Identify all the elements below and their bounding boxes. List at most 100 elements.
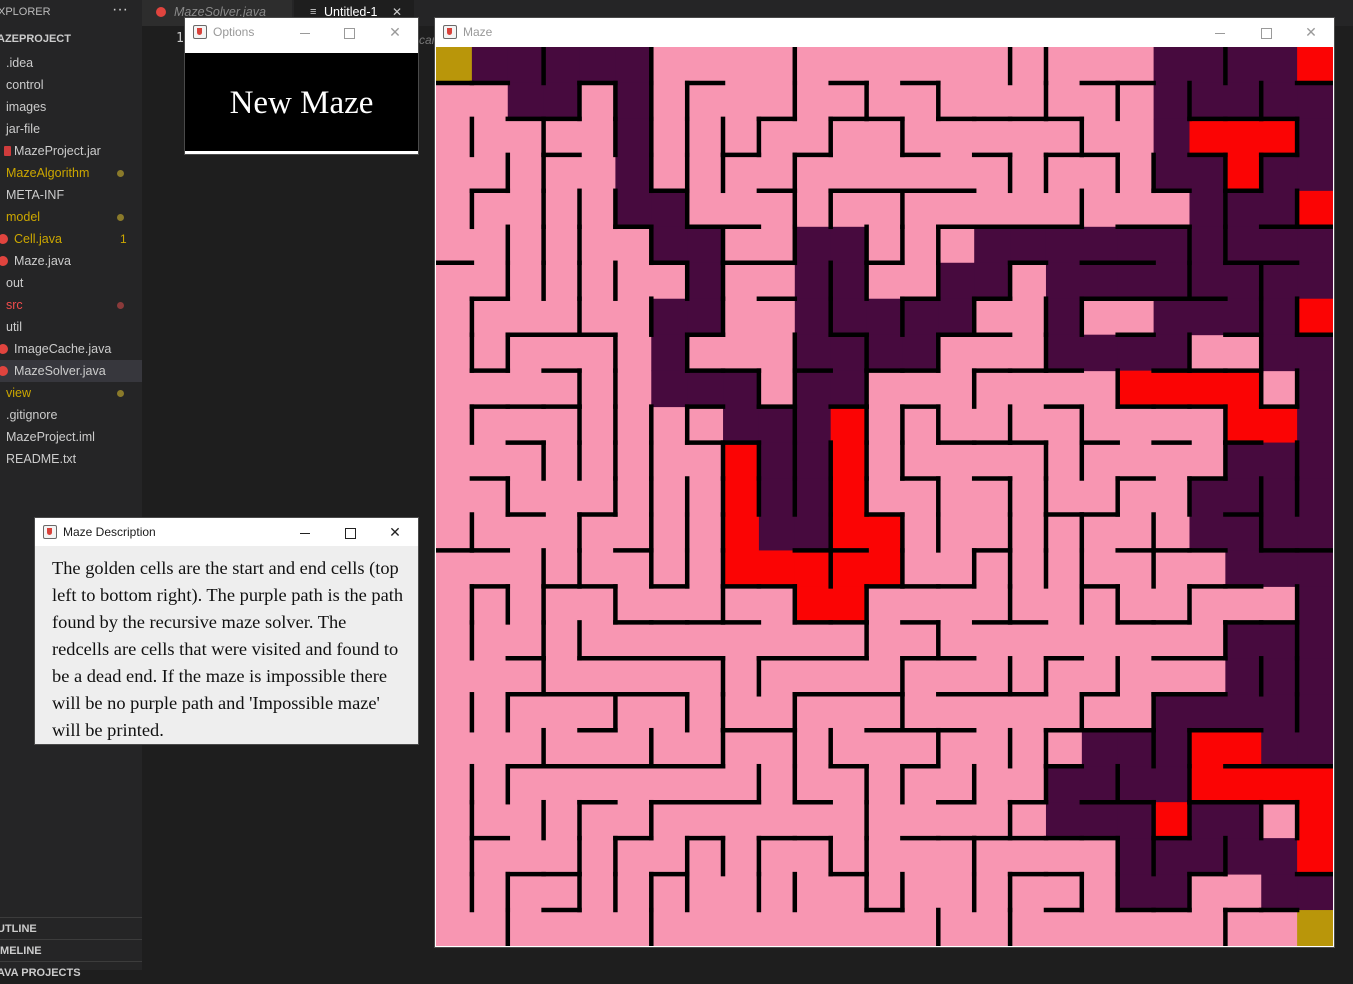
tree-item-label: MazeAlgorithm [6,166,90,180]
maze-cell-dead-end [1261,406,1298,444]
maximize-icon[interactable] [326,18,372,46]
modified-dot-icon [117,214,124,221]
maximize-icon[interactable] [1243,18,1289,46]
tree-item[interactable]: MazeSolver.java [0,360,142,382]
maze-cell-path [1261,658,1298,695]
project-folder[interactable]: AZEPROJECT [0,33,71,45]
jar-file-icon [4,146,11,156]
maze-cell-path [902,334,939,372]
tree-item[interactable]: MazeAlgorithm [0,162,142,184]
maze-cell-path [1297,730,1333,767]
maze-cell-path [615,82,652,120]
new-maze-button[interactable]: New Maze [185,53,418,151]
maze-cell-dead-end [1189,730,1226,767]
maze-window: Maze [434,17,1335,948]
tree-item[interactable]: model [0,206,142,228]
maze-cell-dead-end [1225,118,1262,156]
maze-grid [436,47,1333,946]
panel-section-header[interactable]: IMELINE [0,939,142,962]
tree-item-label: META-INF [6,188,65,202]
minimize-icon[interactable] [282,18,328,46]
maze-cell-path [1297,226,1333,264]
close-icon[interactable] [372,518,418,546]
maze-cell-path [723,370,760,408]
maze-cell-path [1225,802,1262,839]
tree-item[interactable]: view [0,382,142,404]
maze-cell-path [1081,730,1119,767]
tree-item[interactable]: Maze.java [0,250,142,272]
maze-cell-path [794,298,832,336]
tree-item-label: .idea [6,56,34,70]
more-actions-icon[interactable]: ··· [112,1,128,19]
close-icon[interactable] [372,18,418,46]
java-file-icon [0,344,8,354]
tree-item-label: control [6,78,44,92]
tree-item[interactable]: control [0,74,142,96]
maze-cell-path [1297,514,1333,551]
maze-cell-path [1297,694,1333,731]
maze-cell-dead-end [723,550,760,587]
tree-item[interactable]: jar-file [0,118,142,140]
explorer-header: XPLORER ··· [0,0,142,26]
maze-cell-dead-end [830,550,868,587]
tree-item[interactable]: MazeProject.jar [0,140,142,162]
maze-cell-path [651,370,688,408]
maze-cell-path [794,406,832,444]
maze-cell-path [1153,838,1190,875]
maze-cell-path [1189,262,1226,300]
tree-item[interactable]: META-INF [0,184,142,206]
close-icon[interactable] [1288,18,1334,46]
maze-cell-path [974,262,1011,300]
maze-cell-path [1225,622,1262,659]
maze-cell-path [1225,478,1262,515]
minimize-icon[interactable] [1197,18,1243,46]
maze-cell-dead-end [1117,370,1155,408]
maze-cell-path [938,298,975,336]
tree-item[interactable]: ImageCache.java [0,338,142,360]
maze-cell-path [1189,47,1226,84]
line-number: 1 [176,31,184,46]
explorer-sidebar: XPLORER ··· AZEPROJECT .idea control image… [0,0,142,979]
maze-cell-path [1153,298,1190,336]
tree-item[interactable]: images [0,96,142,118]
maze-cell-path [938,262,975,300]
tree-item-label: src [6,298,23,312]
maze-cell-path [1189,514,1226,551]
tree-item[interactable]: src [0,294,142,316]
tree-item[interactable]: README.txt [0,448,142,470]
tree-item[interactable]: Cell.java 1 [0,228,142,250]
java-app-icon [193,25,207,39]
maze-cell-path [471,47,509,84]
maze-cell-path [1153,334,1190,372]
tree-item[interactable]: MazeProject.iml [0,426,142,448]
maze-titlebar[interactable]: Maze [435,18,1334,46]
tree-item[interactable]: util [0,316,142,338]
minimize-icon[interactable] [282,518,328,546]
maze-cell-dead-end [1225,154,1262,192]
maze-cell-dead-end [723,478,760,515]
panel-section-label: AVA PROJECTS [0,967,81,979]
maze-cell-path [1297,82,1333,120]
maximize-icon[interactable] [327,518,373,546]
java-file-icon [0,256,8,266]
panel-section-header[interactable]: UTLINE [0,917,142,940]
maze-cell-path [615,190,652,228]
tree-item[interactable]: .gitignore [0,404,142,426]
maze-cell-dead-end [1297,802,1333,839]
maze-cell-path [1189,190,1226,228]
maze-cell-path [1153,226,1190,264]
tree-item[interactable]: out [0,272,142,294]
options-titlebar[interactable]: Options [185,18,418,46]
maze-cell-path [1297,622,1333,659]
maze-cell-path [830,370,868,408]
maze-cell-path [1153,730,1190,767]
description-body: The golden cells are the start and end c… [35,546,418,744]
java-file-icon [0,234,8,244]
tree-item[interactable]: .idea [0,52,142,74]
maze-cell-path [1297,442,1333,480]
description-titlebar[interactable]: Maze Description [35,518,418,546]
maze-cell-path [1189,298,1226,336]
maze-cell-path [1153,766,1190,803]
maze-cell-path [1117,730,1155,767]
panel-section-header[interactable]: AVA PROJECTS [0,961,142,984]
